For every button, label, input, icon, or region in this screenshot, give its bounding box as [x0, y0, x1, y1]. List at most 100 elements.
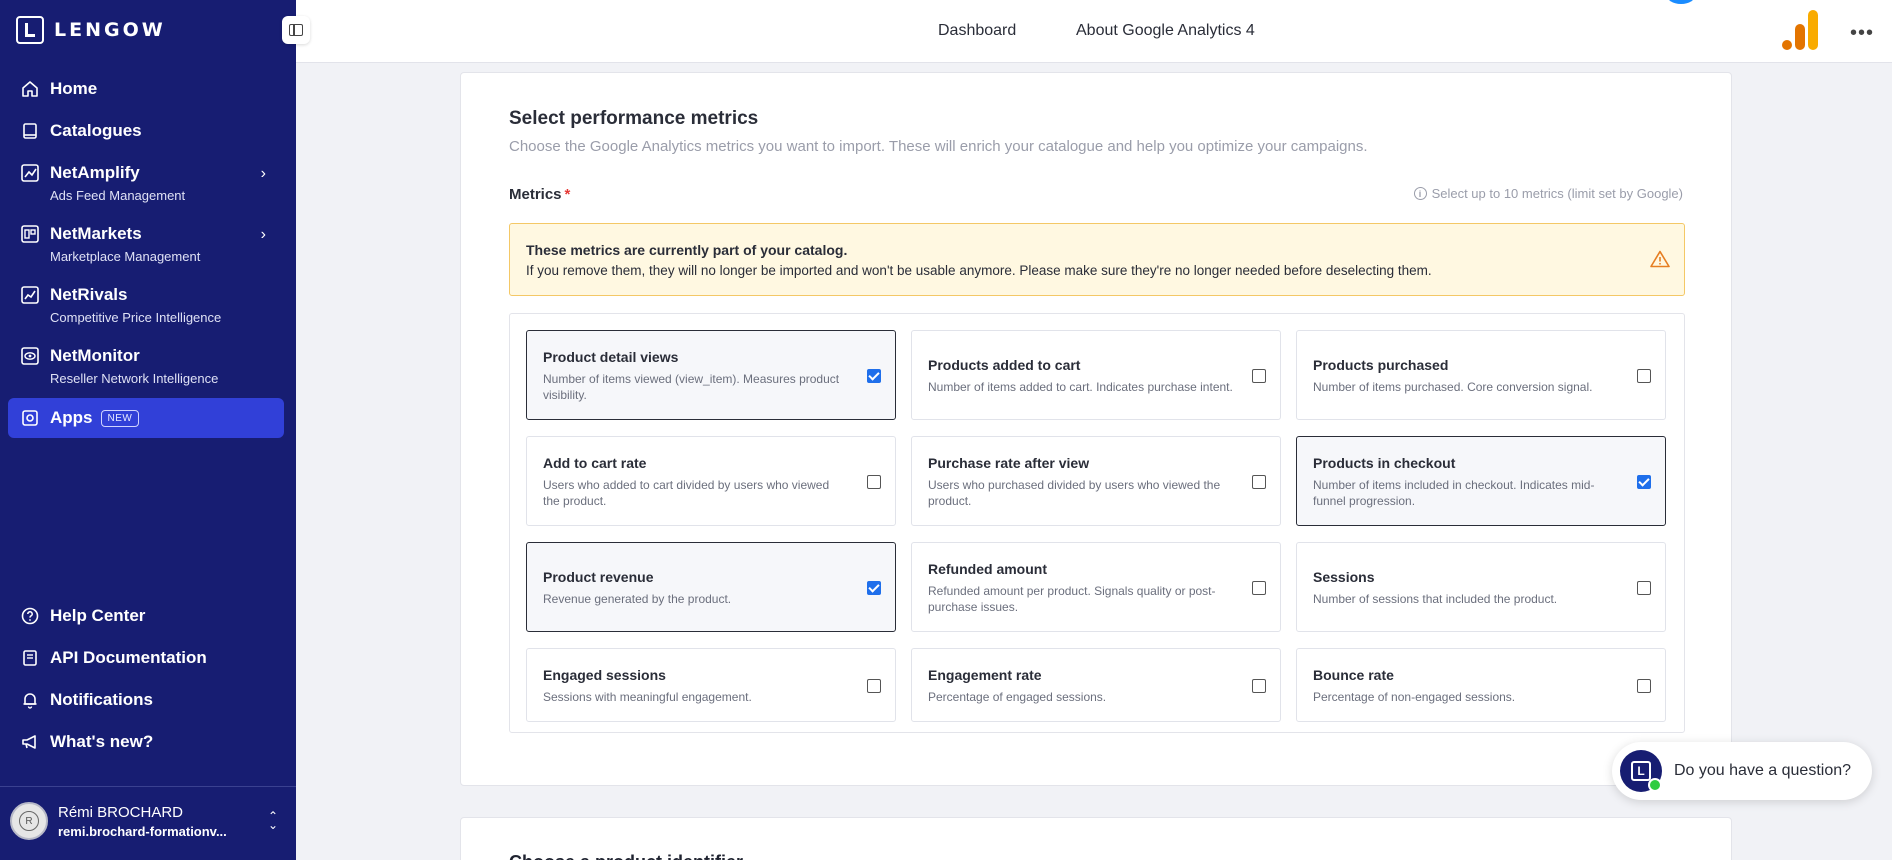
info-icon: i [1413, 187, 1427, 200]
new-badge: NEW [100, 409, 140, 427]
metric-checkbox[interactable] [1252, 679, 1266, 693]
sidebar-item-netmarkets[interactable]: NetMarkets Marketplace Management › [8, 224, 284, 264]
tab-dashboard[interactable]: Dashboard [938, 22, 1016, 40]
metric-checkbox[interactable] [1637, 475, 1651, 489]
alert-title: These metrics are currently part of your… [526, 242, 848, 258]
sidebar-item-label: API Documentation [50, 648, 207, 667]
metric-title: Engaged sessions [543, 667, 666, 683]
top-bar: Dashboard About Google Analytics 4 [296, 0, 1892, 63]
metric-title: Product detail views [543, 349, 679, 365]
required-mark: * [564, 186, 571, 203]
metric-checkbox[interactable] [1637, 369, 1651, 383]
avatar-initial-icon: R [19, 811, 39, 831]
sidebar-item-label: What's new? [50, 732, 154, 751]
metric-checkbox[interactable] [867, 475, 881, 489]
sidebar-item-notifications[interactable]: Notifications [8, 690, 284, 710]
warning-icon [1650, 250, 1670, 268]
sidebar-item-sub: Competitive Price Intelligence [50, 310, 222, 325]
sidebar: LENGOW Home Catalogues NetAmplify Ads Fe… [0, 0, 296, 860]
metric-option[interactable]: Engagement rate Percentage of engaged se… [911, 648, 1281, 722]
google-analytics-icon [1782, 10, 1818, 50]
sidebar-item-label: Notifications [50, 690, 153, 709]
metric-desc: Number of items viewed (view_item). Meas… [543, 372, 840, 402]
metric-desc: Sessions with meaningful engagement. [543, 690, 752, 704]
metric-checkbox[interactable] [1637, 679, 1651, 693]
metric-option[interactable]: Purchase rate after view Users who purch… [911, 436, 1281, 526]
chat-widget[interactable]: L Do you have a question? [1612, 742, 1872, 800]
metric-option[interactable]: Products in checkout Number of items inc… [1296, 436, 1666, 526]
metric-title: Engagement rate [928, 667, 1042, 683]
sidebar-item-sub: Reseller Network Intelligence [50, 371, 219, 386]
logo-text: LENGOW [54, 19, 166, 41]
metric-option[interactable]: Products added to cart Number of items a… [911, 330, 1281, 420]
metric-desc: Percentage of engaged sessions. [928, 690, 1107, 704]
sidebar-item-label: Catalogues [50, 121, 142, 140]
sidebar-item-home[interactable]: Home [8, 79, 284, 99]
user-email: remi.brochard-formationv... [58, 823, 227, 839]
metric-checkbox[interactable] [1637, 581, 1651, 595]
metric-option[interactable]: Engaged sessions Sessions with meaningfu… [526, 648, 896, 722]
metric-option[interactable]: Sessions Number of sessions that include… [1296, 542, 1666, 632]
metric-checkbox[interactable] [1252, 475, 1266, 489]
sidebar-item-help-center[interactable]: Help Center [8, 606, 284, 626]
sidebar-item-netrivals[interactable]: NetRivals Competitive Price Intelligence [8, 285, 284, 325]
sidebar-item-sub: Ads Feed Management [50, 188, 186, 203]
metric-option[interactable]: Bounce rate Percentage of non-engaged se… [1296, 648, 1666, 722]
sidebar-item-label: NetMonitor [50, 346, 140, 365]
store-icon [20, 224, 40, 244]
metric-checkbox[interactable] [867, 369, 881, 383]
metric-desc: Users who purchased divided by users who… [928, 478, 1221, 508]
metric-desc: Percentage of non-engaged sessions. [1313, 690, 1516, 704]
metric-title: Products added to cart [928, 357, 1081, 373]
tab-about-ga4[interactable]: About Google Analytics 4 [1076, 22, 1255, 40]
metric-option[interactable]: Products purchased Number of items purch… [1296, 330, 1666, 420]
sidebar-item-label: NetMarkets [50, 224, 142, 243]
metric-checkbox[interactable] [867, 581, 881, 595]
metric-desc: Users who added to cart divided by users… [543, 478, 830, 508]
metric-title: Products purchased [1313, 357, 1449, 373]
metric-option[interactable]: Add to cart rate Users who added to cart… [526, 436, 896, 526]
sidebar-item-label: NetAmplify [50, 163, 140, 182]
avatar: R [10, 802, 48, 840]
chat-text: Do you have a question? [1674, 762, 1852, 779]
chevron-up-down-icon[interactable]: ⌃ ⌄ [268, 810, 278, 831]
lengow-logo-icon [16, 16, 44, 44]
metric-desc: Refunded amount per product. Signals qua… [928, 584, 1216, 614]
trend-chart-icon [20, 285, 40, 305]
sidebar-item-apps[interactable]: Apps NEW [8, 398, 284, 438]
metric-title: Add to cart rate [543, 455, 647, 471]
chevron-right-icon[interactable]: › [261, 226, 266, 244]
lengow-logo[interactable]: LENGOW [16, 16, 166, 44]
home-icon [20, 79, 40, 99]
section-title: Select performance metrics [509, 108, 759, 129]
limit-hint: i Select up to 10 metrics (limit set by … [1413, 186, 1683, 201]
metric-checkbox[interactable] [1252, 369, 1266, 383]
chevron-right-icon[interactable]: › [261, 165, 266, 183]
sidebar-item-netmonitor[interactable]: NetMonitor Reseller Network Intelligence [8, 346, 284, 386]
sidebar-item-api-documentation[interactable]: API Documentation [8, 648, 284, 668]
metrics-label: Metrics * [509, 186, 570, 203]
metric-desc: Revenue generated by the product. [543, 592, 732, 606]
collapse-sidebar-button[interactable] [282, 16, 310, 44]
sidebar-item-catalogues[interactable]: Catalogues [8, 121, 284, 141]
alert-text: If you remove them, they will no longer … [526, 263, 1432, 278]
metric-option[interactable]: Refunded amount Refunded amount per prod… [911, 542, 1281, 632]
section-description: Choose the Google Analytics metrics you … [509, 138, 1368, 155]
metric-checkbox[interactable] [1252, 581, 1266, 595]
metric-title: Refunded amount [928, 561, 1047, 577]
eye-icon [20, 346, 40, 366]
sidebar-item-label: Apps [50, 408, 93, 427]
sidebar-item-label: Help Center [50, 606, 146, 625]
more-options-icon[interactable]: ••• [1850, 22, 1874, 45]
metric-option[interactable]: Product detail views Number of items vie… [526, 330, 896, 420]
user-menu[interactable]: R Rémi BROCHARD remi.brochard-formationv… [10, 802, 227, 840]
netamplify-icon [20, 163, 40, 183]
sidebar-item-label: NetRivals [50, 285, 128, 304]
lengow-mini-icon: L [1631, 761, 1651, 781]
metric-title: Purchase rate after view [928, 455, 1090, 471]
metric-checkbox[interactable] [867, 679, 881, 693]
sidebar-toggle-icon [289, 24, 303, 36]
sidebar-item-whats-new[interactable]: What's new? [8, 732, 284, 752]
metric-option[interactable]: Product revenue Revenue generated by the… [526, 542, 896, 632]
sidebar-item-netamplify[interactable]: NetAmplify Ads Feed Management › [8, 163, 284, 203]
